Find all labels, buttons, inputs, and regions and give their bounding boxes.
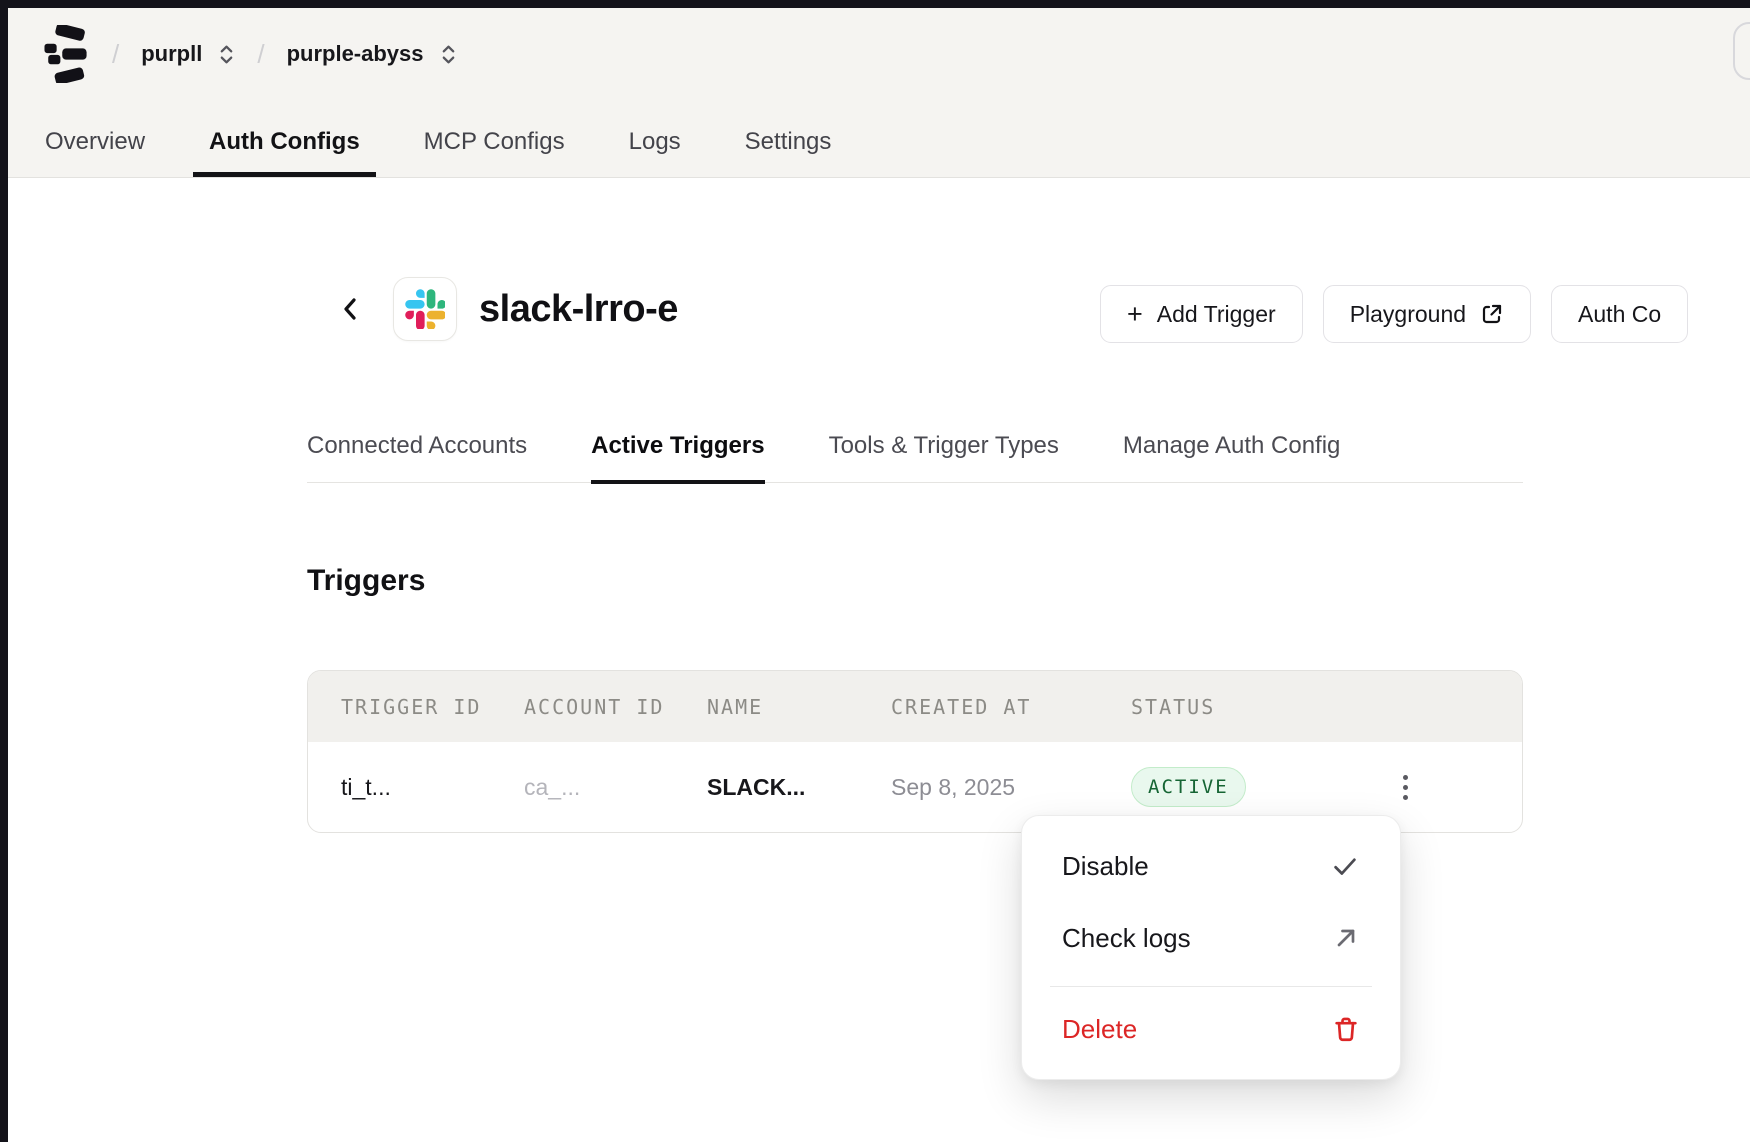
breadcrumb: / purpll / purple-abyss xyxy=(42,8,457,100)
tab-overview[interactable]: Overview xyxy=(45,128,145,177)
row-context-menu: Disable Check logs Delete xyxy=(1021,815,1401,1080)
status-badge: ACTIVE xyxy=(1131,767,1246,807)
menu-item-check-logs[interactable]: Check logs xyxy=(1022,902,1400,974)
col-account-id: ACCOUNT ID xyxy=(524,695,707,719)
org-name: purpll xyxy=(141,41,202,67)
subtab-manage-auth-config[interactable]: Manage Auth Config xyxy=(1123,432,1341,482)
playground-button[interactable]: Playground xyxy=(1323,285,1531,343)
cell-account-id: ca_... xyxy=(524,774,707,801)
subtab-tools-trigger-types[interactable]: Tools & Trigger Types xyxy=(829,432,1059,482)
menu-item-disable[interactable]: Disable xyxy=(1022,830,1400,902)
clipped-toolbar-button[interactable] xyxy=(1733,22,1750,80)
main-tabs: Overview Auth Configs MCP Configs Logs S… xyxy=(45,128,831,177)
chevrons-up-down-icon xyxy=(440,43,457,66)
auth-config-button[interactable]: Auth Co xyxy=(1551,285,1688,343)
project-name: purple-abyss xyxy=(287,41,424,67)
add-trigger-button[interactable]: + Add Trigger xyxy=(1100,285,1303,343)
check-logs-label: Check logs xyxy=(1062,923,1191,954)
slack-icon xyxy=(405,289,445,329)
cell-name: SLACK... xyxy=(707,774,891,801)
breadcrumb-separator: / xyxy=(112,39,119,70)
tab-mcp-configs[interactable]: MCP Configs xyxy=(424,128,565,177)
trash-icon xyxy=(1332,1015,1360,1043)
cell-created-at: Sep 8, 2025 xyxy=(891,774,1131,801)
tab-settings[interactable]: Settings xyxy=(745,128,832,177)
plus-icon: + xyxy=(1127,301,1143,328)
row-menu-button[interactable] xyxy=(1387,765,1423,809)
detail-tabs: Connected Accounts Active Triggers Tools… xyxy=(307,432,1523,483)
add-trigger-label: Add Trigger xyxy=(1157,301,1276,328)
check-icon xyxy=(1330,851,1360,881)
col-created-at: CREATED AT xyxy=(891,695,1131,719)
external-link-icon xyxy=(1480,302,1504,326)
tab-logs[interactable]: Logs xyxy=(629,128,681,177)
disable-label: Disable xyxy=(1062,851,1149,882)
auth-config-label: Auth Co xyxy=(1578,301,1661,328)
chevrons-up-down-icon xyxy=(218,43,235,66)
tab-auth-configs[interactable]: Auth Configs xyxy=(193,128,376,177)
chevron-left-icon xyxy=(339,291,361,327)
screenshot-root: / purpll / purple-abyss Overview Au xyxy=(0,0,1750,1142)
page-header: slack-lrro-e xyxy=(335,277,678,341)
breadcrumb-separator: / xyxy=(257,39,264,70)
back-button[interactable] xyxy=(335,289,365,329)
org-switcher[interactable]: purpll xyxy=(141,41,235,67)
col-name: NAME xyxy=(707,695,891,719)
app-icon-frame xyxy=(393,277,457,341)
col-status: STATUS xyxy=(1131,695,1381,719)
app-window: / purpll / purple-abyss Overview Au xyxy=(8,8,1750,1142)
dots-vertical-icon xyxy=(1403,775,1408,780)
triggers-table: TRIGGER ID ACCOUNT ID NAME CREATED AT ST… xyxy=(307,670,1523,833)
table-header-row: TRIGGER ID ACCOUNT ID NAME CREATED AT ST… xyxy=(308,671,1522,742)
composio-logo-icon[interactable] xyxy=(42,25,90,83)
page-actions: + Add Trigger Playground Auth Co xyxy=(1100,285,1688,343)
page-title: slack-lrro-e xyxy=(479,288,678,331)
menu-item-delete[interactable]: Delete xyxy=(1022,993,1400,1065)
cell-trigger-id: ti_t... xyxy=(341,774,524,801)
delete-label: Delete xyxy=(1062,1014,1137,1045)
section-title: Triggers xyxy=(307,564,425,598)
menu-divider xyxy=(1050,986,1372,987)
top-bar: / purpll / purple-abyss Overview Au xyxy=(8,8,1750,178)
project-switcher[interactable]: purple-abyss xyxy=(287,41,457,67)
playground-label: Playground xyxy=(1350,301,1466,328)
arrow-up-right-icon xyxy=(1332,924,1360,952)
col-trigger-id: TRIGGER ID xyxy=(341,695,524,719)
subtab-connected-accounts[interactable]: Connected Accounts xyxy=(307,432,527,482)
subtab-active-triggers[interactable]: Active Triggers xyxy=(591,432,764,484)
